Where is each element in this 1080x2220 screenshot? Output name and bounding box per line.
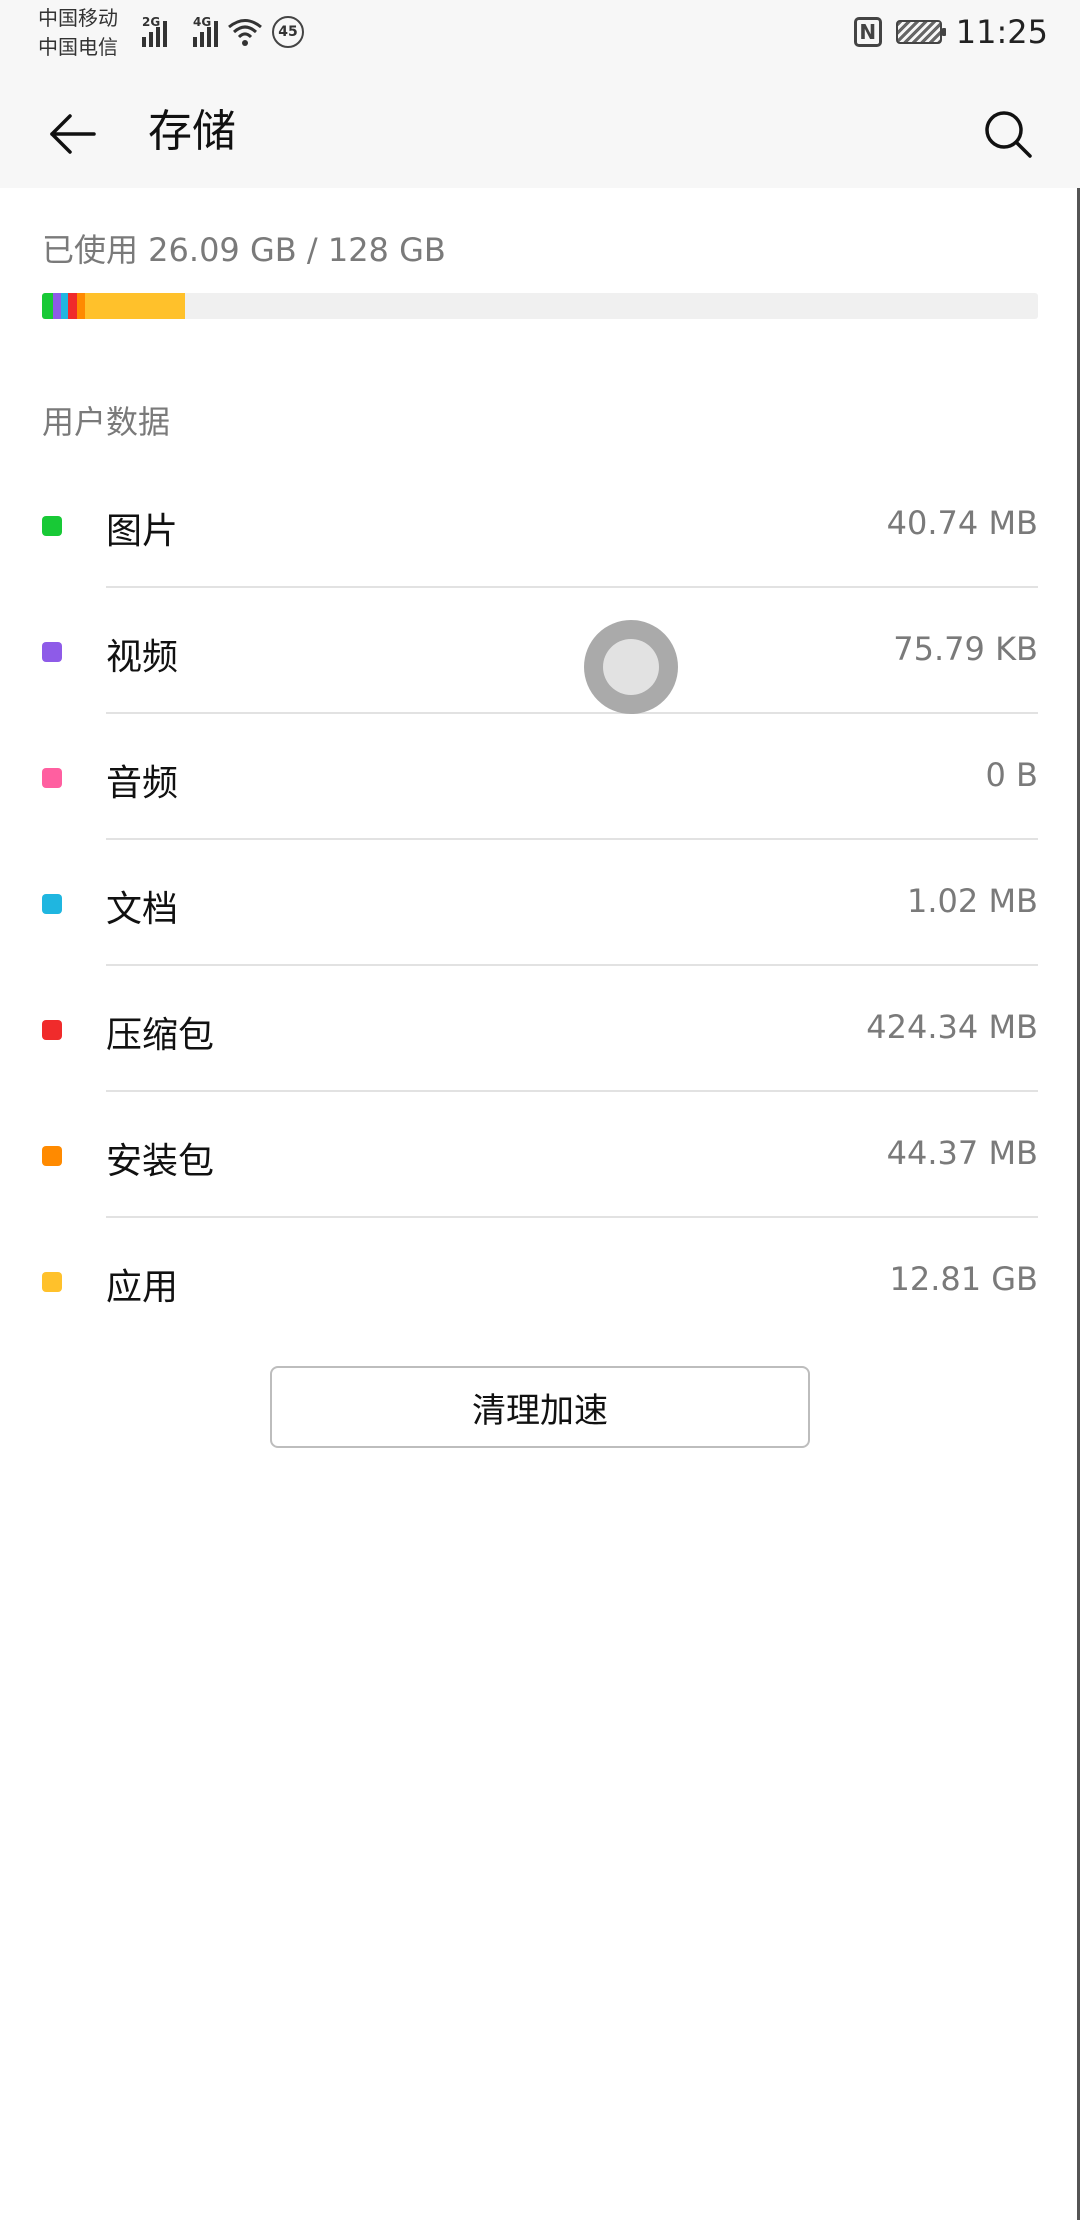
status-right: N 11:25: [853, 12, 1048, 52]
category-size: 12.81 GB: [889, 1260, 1038, 1298]
touch-indicator-inner: [603, 639, 659, 695]
category-size: 1.02 MB: [907, 882, 1038, 920]
category-color-dot: [42, 768, 62, 788]
category-size: 75.79 KB: [893, 630, 1038, 668]
signal-2g-icon: 2G: [124, 15, 167, 47]
usage-segment: [84, 293, 186, 319]
search-button[interactable]: [976, 102, 1040, 166]
category-color-dot: [42, 1020, 62, 1040]
usage-segment: [68, 293, 77, 319]
section-title: 用户数据: [42, 403, 171, 441]
status-bar: 中国移动 中国电信 2G 4G 45 N 11:25: [0, 0, 1080, 80]
clock: 11:25: [955, 13, 1048, 51]
touch-indicator: [584, 620, 678, 714]
category-list: 图片 40.74 MB 视频 75.79 KB 音频 0 B 文档 1.02 MB 压缩包 424…: [0, 462, 1080, 1344]
usage-segment: [76, 293, 85, 319]
back-button[interactable]: [40, 102, 104, 166]
category-color-dot: [42, 516, 62, 536]
usage-segment: [60, 293, 69, 319]
category-label: 安装包: [106, 1141, 215, 1182]
category-color-dot: [42, 1272, 62, 1292]
app-bar: 存储: [0, 80, 1080, 188]
category-color-dot: [42, 1146, 62, 1166]
net-type-4g: 4G: [193, 15, 212, 29]
category-size: 0 B: [985, 756, 1038, 794]
category-color-dot: [42, 642, 62, 662]
category-label: 应用: [106, 1267, 179, 1308]
search-icon: [985, 111, 1032, 158]
nfc-icon: N: [853, 17, 882, 47]
usage-segment: [53, 293, 61, 319]
clean-accelerate-button[interactable]: 清理加速: [270, 1366, 810, 1448]
back-arrow-icon: [50, 114, 96, 154]
category-color-dot: [42, 894, 62, 914]
category-label: 视频: [106, 637, 179, 678]
storage-usage-bar: [42, 293, 1038, 319]
carrier-1: 中国移动: [38, 6, 118, 30]
category-size: 40.74 MB: [886, 504, 1038, 542]
category-label: 文档: [106, 889, 179, 930]
notification-badge-icon: 45: [272, 16, 304, 48]
list-item[interactable]: 文档 1.02 MB: [0, 840, 1080, 966]
usage-segment: [42, 293, 54, 319]
battery-icon: [895, 20, 946, 44]
list-item[interactable]: 音频 0 B: [0, 714, 1080, 840]
list-item[interactable]: 压缩包 424.34 MB: [0, 966, 1080, 1092]
category-label: 音频: [106, 763, 179, 804]
list-item[interactable]: 视频 75.79 KB: [0, 588, 1080, 714]
category-size: 424.34 MB: [866, 1008, 1038, 1046]
net-type-2g: 2G: [142, 15, 161, 29]
list-item[interactable]: 安装包 44.37 MB: [0, 1092, 1080, 1218]
category-label: 图片: [106, 511, 179, 552]
category-label: 压缩包: [106, 1015, 215, 1056]
wifi-icon: [228, 19, 262, 46]
category-size: 44.37 MB: [886, 1134, 1038, 1172]
signal-4g-icon: 4G: [175, 15, 218, 47]
list-item[interactable]: 应用 12.81 GB: [0, 1218, 1080, 1344]
signal-group: 2G 4G 45: [124, 12, 304, 52]
page-title: 存储: [148, 106, 236, 157]
carrier-labels: 中国移动 中国电信: [38, 4, 118, 62]
storage-usage-text: 已使用 26.09 GB / 128 GB: [42, 231, 446, 269]
list-item[interactable]: 图片 40.74 MB: [0, 462, 1080, 588]
carrier-2: 中国电信: [38, 35, 118, 59]
